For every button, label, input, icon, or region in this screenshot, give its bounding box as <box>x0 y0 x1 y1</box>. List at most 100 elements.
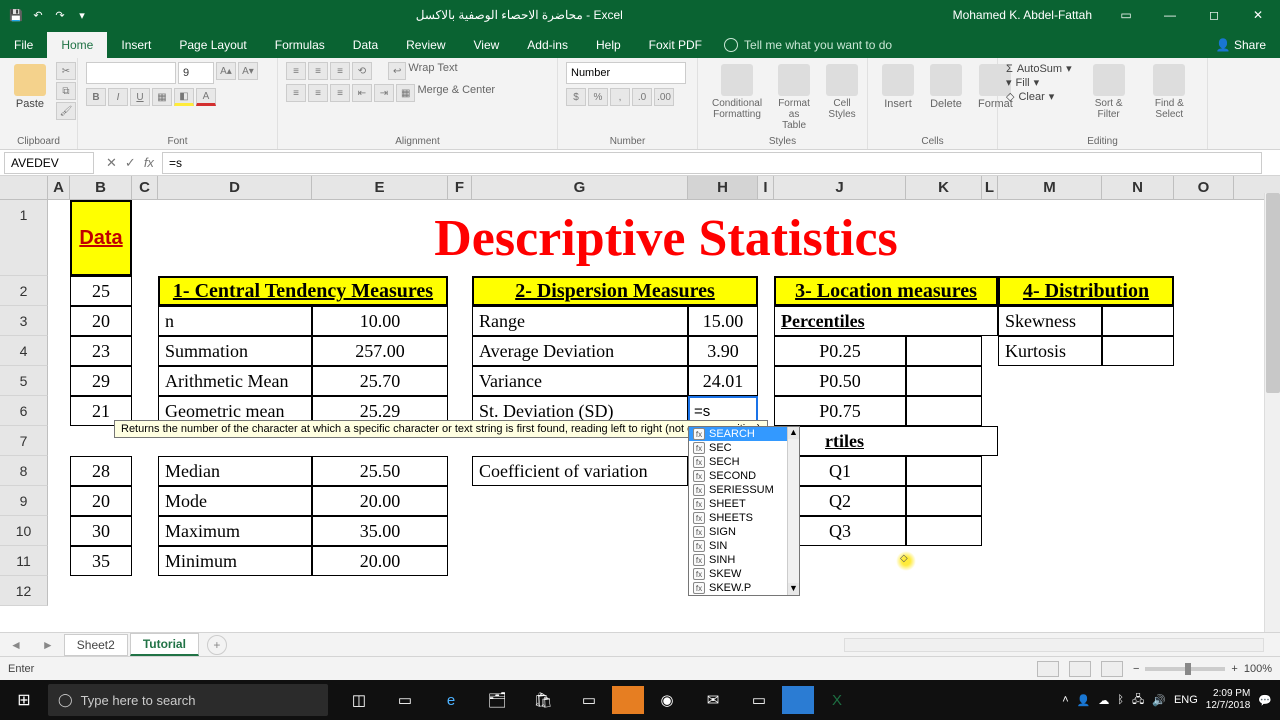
col-header-K[interactable]: K <box>906 176 982 199</box>
data-value-cell[interactable]: 30 <box>70 516 132 546</box>
row-header-5[interactable]: 5 <box>0 366 48 396</box>
italic-button[interactable]: I <box>108 88 128 106</box>
tab-review[interactable]: Review <box>392 32 459 58</box>
row-header-10[interactable]: 10 <box>0 516 48 546</box>
cell-styles-button[interactable]: Cell Styles <box>820 62 864 122</box>
taskbar-excel-icon[interactable]: X <box>814 680 860 720</box>
name-box[interactable]: AVEDEV <box>4 152 94 174</box>
sec2-value-0[interactable]: 15.00 <box>688 306 758 336</box>
border-button[interactable]: ▦ <box>152 88 172 106</box>
col-header-O[interactable]: O <box>1174 176 1234 199</box>
col-header-D[interactable]: D <box>158 176 312 199</box>
taskbar-edge-icon[interactable]: e <box>428 680 474 720</box>
task-view-icon[interactable]: ◫ <box>336 680 382 720</box>
clear-button[interactable]: ◇ Clear ▾ <box>1006 90 1078 103</box>
tray-people-icon[interactable]: 👤 <box>1077 694 1091 707</box>
row-header-4[interactable]: 4 <box>0 336 48 366</box>
tab-formulas[interactable]: Formulas <box>261 32 339 58</box>
sec1-label-7[interactable]: Maximum <box>158 516 312 546</box>
percentiles-header[interactable]: Percentiles <box>774 306 998 336</box>
sec1-label-5[interactable]: Median <box>158 456 312 486</box>
shrink-font-icon[interactable]: A▾ <box>238 62 258 80</box>
tray-notifications-icon[interactable]: 💬 <box>1258 694 1272 707</box>
sort-filter-button[interactable]: Sort & Filter <box>1082 62 1136 122</box>
undo-icon[interactable]: ↶ <box>30 7 46 23</box>
tray-chevron-icon[interactable]: ˄ <box>1062 694 1068 706</box>
tray-lang[interactable]: ENG <box>1174 694 1198 706</box>
percentile-value-2[interactable] <box>906 396 982 426</box>
sec1-value-6[interactable]: 20.00 <box>312 486 448 516</box>
redo-icon[interactable]: ↷ <box>52 7 68 23</box>
insert-cells-button[interactable]: Insert <box>876 62 920 112</box>
cancel-formula-icon[interactable]: ✕ <box>106 155 117 171</box>
horizontal-scrollbar[interactable] <box>844 638 1264 652</box>
sec1-label-6[interactable]: Mode <box>158 486 312 516</box>
font-name-combo[interactable] <box>86 62 176 84</box>
col-header-B[interactable]: B <box>70 176 132 199</box>
sec1-value-8[interactable]: 20.00 <box>312 546 448 576</box>
sec1-value-2[interactable]: 25.70 <box>312 366 448 396</box>
orientation-icon[interactable]: ⟲ <box>352 62 372 80</box>
taskbar-app-10[interactable] <box>782 686 814 714</box>
autocomplete-item-sin[interactable]: fxSIN <box>689 539 799 553</box>
tab-addins[interactable]: Add-ins <box>513 32 582 58</box>
tab-data[interactable]: Data <box>339 32 392 58</box>
bold-button[interactable]: B <box>86 88 106 106</box>
col-header-J[interactable]: J <box>774 176 906 199</box>
ribbon-options-icon[interactable]: ▭ <box>1104 0 1148 30</box>
row-header-7[interactable]: 7 <box>0 426 48 456</box>
taskbar-app-6[interactable] <box>612 686 644 714</box>
data-value-cell[interactable]: 35 <box>70 546 132 576</box>
tab-foxit[interactable]: Foxit PDF <box>635 32 716 58</box>
tell-me-search[interactable]: Tell me what you want to do <box>716 32 900 58</box>
qat-dropdown-icon[interactable]: ▾ <box>74 7 90 23</box>
sec2-label-0[interactable]: Range <box>472 306 688 336</box>
sec2-label-1[interactable]: Average Deviation <box>472 336 688 366</box>
sec4-label-1[interactable]: Kurtosis <box>998 336 1102 366</box>
align-bot-icon[interactable]: ≡ <box>330 62 350 80</box>
sec4-label-0[interactable]: Skewness <box>998 306 1102 336</box>
minimize-icon[interactable]: — <box>1148 0 1192 30</box>
close-icon[interactable]: ✕ <box>1236 0 1280 30</box>
taskbar-store-icon[interactable]: 🛍 <box>520 680 566 720</box>
sec1-value-5[interactable]: 25.50 <box>312 456 448 486</box>
align-mid-icon[interactable]: ≡ <box>308 62 328 80</box>
dec-decimal-icon[interactable]: .00 <box>654 88 674 106</box>
tray-network-icon[interactable]: 🖧 <box>1132 691 1144 710</box>
copy-icon[interactable]: ⧉ <box>56 82 76 100</box>
sec2-value-1[interactable]: 3.90 <box>688 336 758 366</box>
percentile-label-1[interactable]: P0.50 <box>774 366 906 396</box>
percent-icon[interactable]: % <box>588 88 608 106</box>
start-button[interactable]: ⊞ <box>0 680 48 720</box>
col-header-G[interactable]: G <box>472 176 688 199</box>
taskbar-chrome-icon[interactable]: ◉ <box>644 680 690 720</box>
sec2-value-2[interactable]: 24.01 <box>688 366 758 396</box>
row-header-11[interactable]: 11 <box>0 546 48 576</box>
user-name[interactable]: Mohamed K. Abdel-Fattah <box>941 8 1104 22</box>
select-all-corner[interactable] <box>0 176 48 199</box>
autocomplete-scrollbar[interactable]: ▲▼ <box>787 427 799 595</box>
tab-insert[interactable]: Insert <box>107 32 165 58</box>
section2-header[interactable]: 2- Dispersion Measures <box>472 276 758 306</box>
enter-formula-icon[interactable]: ✓ <box>125 155 136 171</box>
autosum-button[interactable]: Σ AutoSum ▾ <box>1006 62 1078 75</box>
save-icon[interactable]: 💾 <box>8 7 24 23</box>
merge-button[interactable]: ▦ <box>396 84 415 102</box>
autocomplete-item-skew.p[interactable]: fxSKEW.P <box>689 581 799 595</box>
font-color-button[interactable]: A <box>196 88 216 106</box>
tab-home[interactable]: Home <box>47 32 107 58</box>
percentile-value-0[interactable] <box>906 336 982 366</box>
tab-help[interactable]: Help <box>582 32 635 58</box>
col-header-F[interactable]: F <box>448 176 472 199</box>
data-value-cell[interactable]: 23 <box>70 336 132 366</box>
quartile-value-2[interactable] <box>906 516 982 546</box>
autocomplete-item-sheet[interactable]: fxSHEET <box>689 497 799 511</box>
data-value-cell[interactable]: 25 <box>70 276 132 306</box>
percentile-label-2[interactable]: P0.75 <box>774 396 906 426</box>
formula-autocomplete[interactable]: fxSEARCHfxSECfxSECHfxSECONDfxSERIESSUMfx… <box>688 426 800 596</box>
data-value-cell[interactable]: 28 <box>70 456 132 486</box>
view-normal-icon[interactable] <box>1037 661 1059 677</box>
autocomplete-item-sinh[interactable]: fxSINH <box>689 553 799 567</box>
comma-icon[interactable]: , <box>610 88 630 106</box>
maximize-icon[interactable]: ◻ <box>1192 0 1236 30</box>
